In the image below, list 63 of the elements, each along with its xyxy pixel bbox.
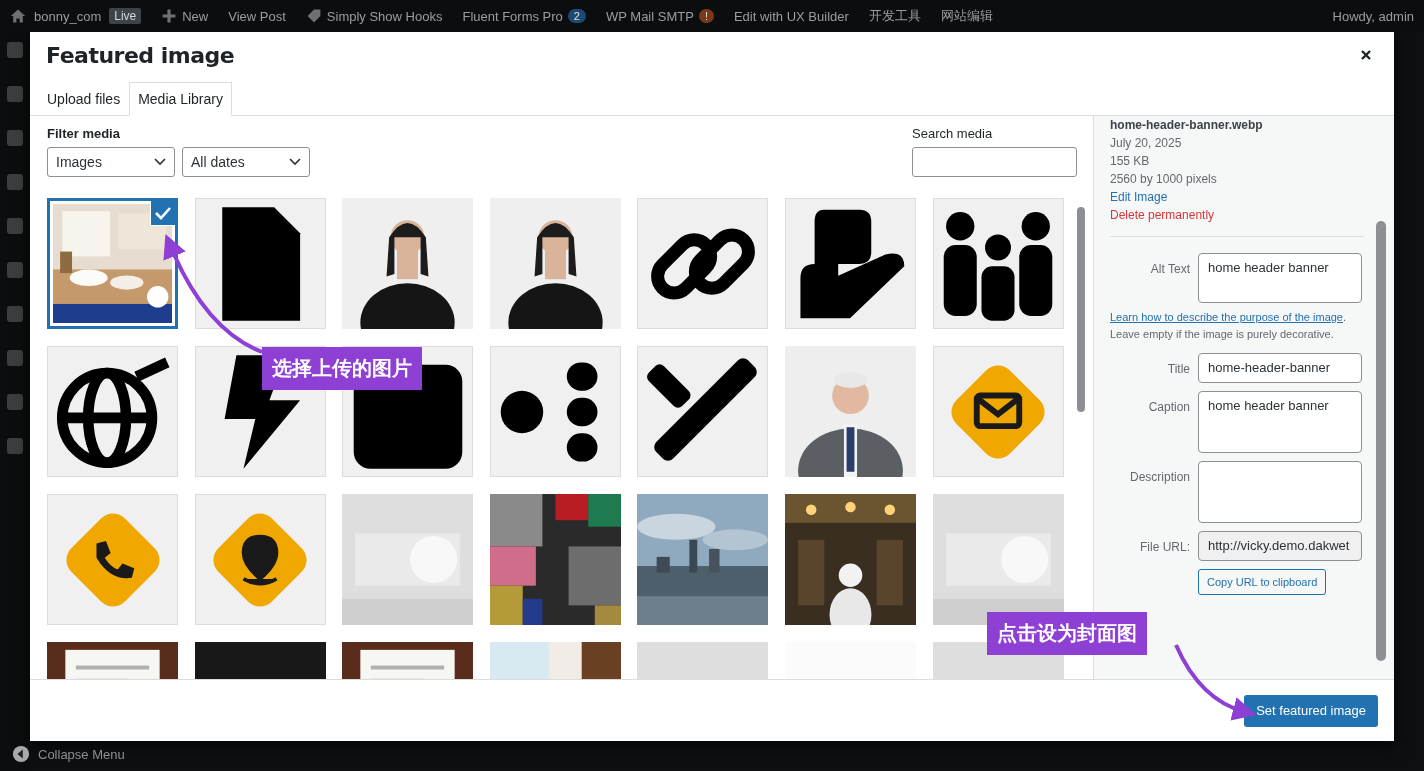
toolbar-link[interactable]: New <box>182 8 209 24</box>
image-dimensions: 2560 by 1000 pixels <box>1110 171 1218 188</box>
toolbar-link[interactable]: View Post <box>228 8 286 24</box>
input-field[interactable]: home-header-banner <box>1198 353 1362 383</box>
field-label: Title <box>1166 361 1190 378</box>
media-thumbnail[interactable] <box>932 346 1064 477</box>
filter-dropdown[interactable]: Images <box>47 147 175 177</box>
collapse-icon[interactable] <box>12 745 30 763</box>
tab[interactable]: Media Library <box>129 82 232 116</box>
home-icon[interactable] <box>10 8 26 24</box>
filter-label: Filter media <box>47 126 121 141</box>
chevron-icon <box>289 158 301 166</box>
toolbar-link[interactable]: 网站编辑 <box>940 7 993 25</box>
media-thumbnail[interactable] <box>47 494 178 625</box>
media-thumbnail[interactable] <box>47 346 178 477</box>
count-badge: ! <box>698 9 714 23</box>
media-thumbnail[interactable] <box>194 494 326 625</box>
toolbar-link[interactable]: WP Mail SMTP <box>606 8 694 24</box>
media-thumbnail[interactable] <box>932 198 1064 329</box>
media-thumbnail[interactable] <box>784 198 916 329</box>
search-label: Search media <box>912 126 994 141</box>
media-thumbnail[interactable] <box>637 346 769 477</box>
field-label: File URL: <box>1139 539 1190 556</box>
plus-icon[interactable] <box>161 8 178 24</box>
search-field[interactable] <box>912 147 1077 177</box>
copy-url-button[interactable]: Copy URL to clipboard <box>1198 569 1327 595</box>
toolbar-link[interactable]: 开发工具 <box>868 7 921 25</box>
field-label: Caption <box>1147 399 1190 416</box>
upload-date: July 20, 2025 <box>1110 135 1183 152</box>
filter-dropdown[interactable]: All dates <box>182 147 310 177</box>
collapse-menu-link[interactable]: Collapse Menu <box>38 746 125 762</box>
url-field[interactable]: http://vicky.demo.dakwet <box>1198 531 1362 561</box>
media-thumbnail[interactable] <box>637 198 769 329</box>
toolbar-link[interactable]: Fluent Forms Pro <box>462 8 563 24</box>
text-area[interactable]: home header banner <box>1198 253 1362 303</box>
file-name: home-header-banner.webp <box>1110 117 1264 134</box>
media-thumbnail[interactable] <box>194 198 326 329</box>
toolbar-link[interactable]: Simply Show Hooks <box>326 8 443 24</box>
file-size: 155 KB <box>1110 153 1151 170</box>
modal-title: Featured image <box>46 42 235 68</box>
checkmark-icon[interactable] <box>151 201 175 225</box>
account-link[interactable]: Howdy, admin <box>1332 8 1414 24</box>
close-icon[interactable] <box>1360 49 1372 61</box>
set-featured-image-button[interactable]: Set featured image <box>1244 694 1378 727</box>
toolbar-link[interactable]: Edit with UX Builder <box>733 8 849 24</box>
media-thumbnail[interactable] <box>489 346 621 477</box>
live-badge: Live <box>109 8 142 24</box>
help-link[interactable]: Learn how to describe the purpose of the image <box>1110 311 1343 323</box>
media-thumbnail[interactable] <box>47 198 178 329</box>
edit-image-link[interactable]: Edit Image <box>1110 188 1168 206</box>
field-label: Description <box>1128 469 1190 486</box>
delete-link[interactable]: Delete permanently <box>1110 206 1215 224</box>
callout-tooltip: 点击设为封面图 <box>987 612 1147 655</box>
chevron-icon <box>154 158 166 166</box>
tag-icon[interactable] <box>305 8 322 24</box>
count-badge: 2 <box>567 9 586 23</box>
callout-tooltip: 选择上传的图片 <box>262 347 422 390</box>
field-label: Alt Text <box>1149 261 1190 278</box>
help-text: Learn how to describe the purpose of the image. Leave empty if the image is purely decorative. <box>1110 310 1348 342</box>
site-link[interactable]: bonny_com <box>34 8 102 24</box>
text-area[interactable]: home header banner <box>1198 391 1362 453</box>
tab[interactable]: Upload files <box>38 82 130 116</box>
text-area[interactable] <box>1198 461 1362 523</box>
